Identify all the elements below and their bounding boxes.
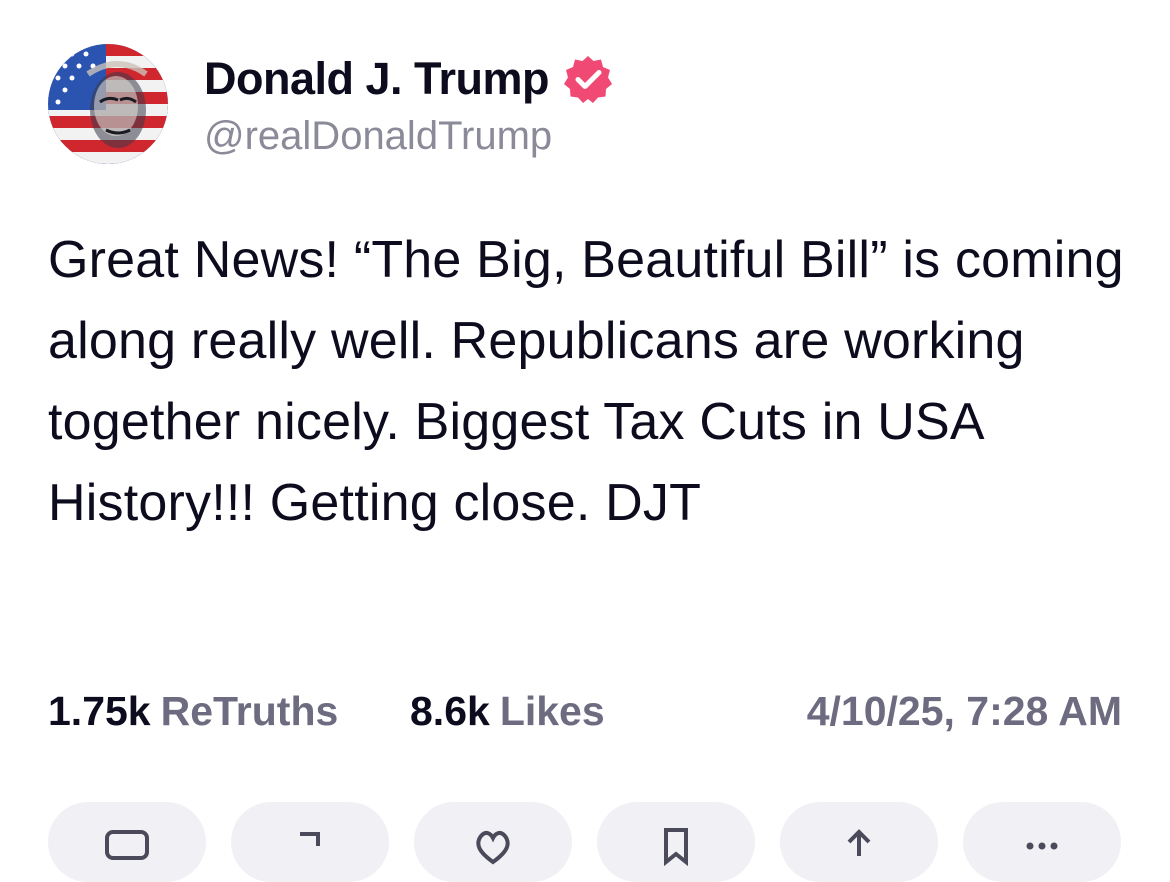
author-handle[interactable]: @realDonaldTrump <box>204 114 552 159</box>
more-icon <box>1026 842 1058 850</box>
share-icon <box>847 829 871 856</box>
like-button[interactable] <box>414 802 572 882</box>
retruth-icon <box>300 832 320 846</box>
verified-badge-icon <box>563 54 613 104</box>
author-display-name[interactable]: Donald J. Trump <box>204 53 550 105</box>
retruths-count: 1.75k <box>48 688 151 734</box>
share-button[interactable] <box>780 802 938 882</box>
reply-icon <box>105 830 149 860</box>
bookmark-icon <box>664 828 688 866</box>
action-bar <box>48 802 1122 882</box>
post-text: Great News! “The Big, Beautiful Bill” is… <box>48 231 1139 532</box>
like-icon <box>476 830 510 865</box>
retruths-label: ReTruths <box>160 688 339 734</box>
bookmark-button[interactable] <box>597 802 755 882</box>
retruths-stat[interactable]: 1.75k ReTruths <box>48 688 338 735</box>
truth-post: Donald J. Trump @realDonaldTrump Great N… <box>0 0 1170 882</box>
reply-button[interactable] <box>48 802 206 882</box>
post-timestamp: 4/10/25, 7:28 AM <box>806 688 1122 734</box>
post-stats: 1.75k ReTruths 8.6k Likes 4/10/25, 7:28 AM <box>48 688 1122 748</box>
author-avatar[interactable] <box>48 44 168 164</box>
american-flag-portrait-avatar <box>48 44 168 164</box>
retruth-button[interactable] <box>231 802 389 882</box>
author-name-row: Donald J. Trump <box>204 48 613 110</box>
more-button[interactable] <box>963 802 1121 882</box>
likes-count: 8.6k <box>410 688 490 734</box>
likes-stat[interactable]: 8.6k Likes <box>410 688 605 735</box>
likes-label: Likes <box>499 688 605 734</box>
